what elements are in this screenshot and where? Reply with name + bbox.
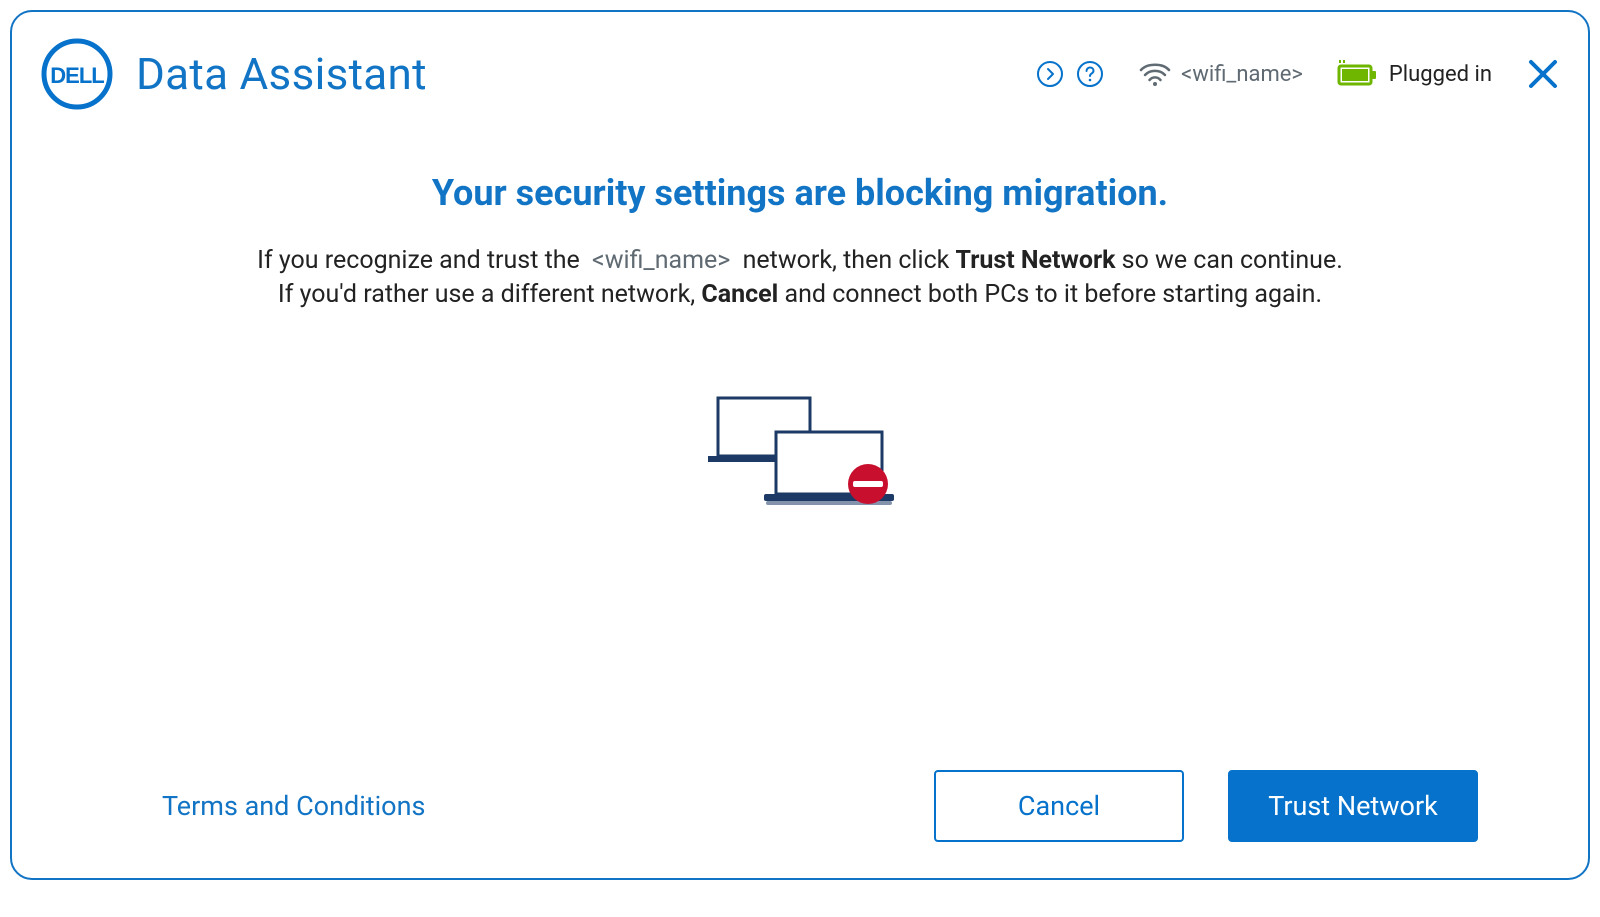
line1-bold: Trust Network (956, 246, 1116, 275)
close-icon[interactable] (1526, 57, 1560, 91)
svg-text:DELL: DELL (50, 63, 104, 88)
battery-label: Plugged in (1389, 62, 1492, 87)
wifi-status: <wifi_name> (1139, 60, 1303, 88)
line2-bold: Cancel (701, 280, 778, 309)
battery-status: Plugged in (1337, 60, 1492, 88)
page-headline: Your security settings are blocking migr… (72, 172, 1528, 214)
main-content: Your security settings are blocking migr… (12, 172, 1588, 758)
wifi-icon (1139, 60, 1171, 88)
header-status: <wifi_name> Plugged in (1035, 57, 1560, 91)
trust-network-button[interactable]: Trust Network (1228, 770, 1478, 842)
brand: DELL Data Assistant (40, 37, 427, 111)
instruction-text: If you recognize and trust the <wifi_nam… (200, 244, 1400, 312)
line1-after: so we can continue. (1122, 246, 1343, 275)
help-icon[interactable] (1075, 59, 1105, 89)
cancel-button[interactable]: Cancel (934, 770, 1184, 842)
footer-actions: Cancel Trust Network (934, 770, 1478, 842)
hero-illustration (72, 392, 1528, 522)
app-title: Data Assistant (136, 48, 427, 100)
laptops-blocked-icon (700, 392, 900, 522)
line1-wifi: <wifi_name> (586, 246, 736, 275)
header: DELL Data Assistant (40, 34, 1560, 114)
line1-mid: network, then click (743, 246, 956, 275)
terms-and-conditions-link[interactable]: Terms and Conditions (162, 790, 425, 822)
app-window: DELL Data Assistant (10, 10, 1590, 880)
footer: Terms and Conditions Cancel Trust Networ… (12, 770, 1588, 842)
header-icon-pair (1035, 59, 1105, 89)
next-circle-icon[interactable] (1035, 59, 1065, 89)
wifi-name-label: <wifi_name> (1181, 62, 1303, 87)
battery-plugged-icon (1337, 60, 1379, 88)
line2-after: and connect both PCs to it before starti… (785, 280, 1323, 309)
dell-logo-icon: DELL (40, 37, 114, 111)
line2-before: If you'd rather use a different network, (278, 280, 702, 309)
line1-before: If you recognize and trust the (257, 246, 586, 275)
